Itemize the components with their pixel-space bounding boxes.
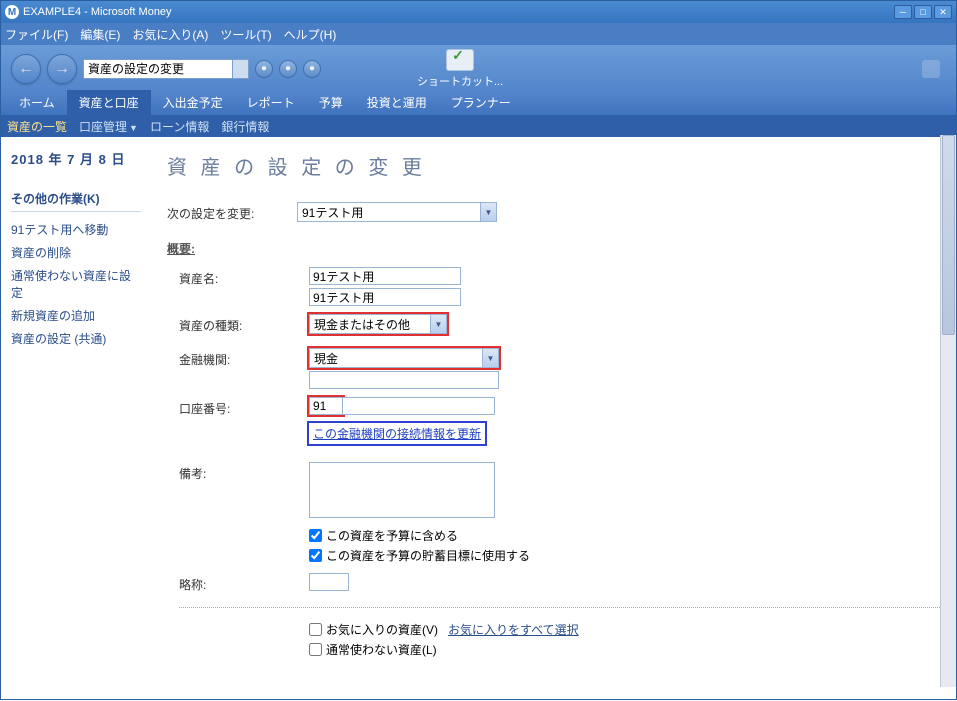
checkbox-savings-target-label: この資産を予算の貯蓄目標に使用する (326, 547, 530, 564)
input-account-no-prefix[interactable] (309, 397, 343, 415)
shortcut-label: ショートカット... (417, 73, 503, 89)
tool-button-3[interactable]: ● (303, 60, 321, 78)
page-title: 資 産 の 設 定 の 変 更 (167, 151, 940, 180)
sidebar-item-new[interactable]: 新規資産の追加 (11, 304, 141, 327)
tab-budget[interactable]: 予算 (307, 90, 355, 115)
sidebar-item-common[interactable]: 資産の設定 (共通) (11, 327, 141, 350)
select-institution[interactable]: 現金 ▼ (309, 348, 499, 368)
input-asset-name-2[interactable] (309, 288, 461, 306)
checkbox-unused[interactable] (309, 643, 322, 656)
subtab-asset-list[interactable]: 資産の一覧 (7, 118, 67, 135)
close-button[interactable]: ✕ (934, 5, 952, 19)
label-asset-type: 資産の種類: (179, 314, 309, 334)
menu-tools[interactable]: ツール(T) (220, 26, 271, 43)
menu-file[interactable]: ファイル(F) (5, 26, 68, 43)
select-asset-type-value: 現金またはその他 (310, 316, 430, 333)
sidebar-item-goto[interactable]: 91テスト用へ移動 (11, 218, 141, 241)
tab-assets[interactable]: 資産と口座 (67, 90, 151, 115)
chevron-down-icon: ▼ (482, 349, 498, 367)
tool-button-2[interactable]: ● (279, 60, 297, 78)
sidebar-header: その他の作業(K) (11, 190, 141, 212)
address-text: 資産の設定の変更 (88, 60, 184, 77)
checkbox-include-budget[interactable] (309, 529, 322, 542)
chevron-down-icon: ▼ (480, 203, 496, 221)
label-institution: 金融機関: (179, 348, 309, 368)
subtab-account-mgmt[interactable]: 口座管理▼ (79, 118, 138, 135)
menu-help[interactable]: ヘルプ(H) (284, 26, 337, 43)
subtab-loan-info[interactable]: ローン情報 (150, 118, 209, 135)
nav-back-button[interactable]: ← (11, 54, 41, 84)
label-asset-name: 資産名: (179, 267, 309, 287)
checkbox-unused-label: 通常使わない資産(L) (326, 641, 437, 658)
tab-planner[interactable]: プランナー (439, 90, 523, 115)
address-dropdown-button[interactable] (233, 59, 249, 79)
divider (179, 607, 940, 608)
tab-invest[interactable]: 投資と運用 (355, 90, 439, 115)
address-box[interactable]: 資産の設定の変更 (83, 59, 233, 79)
label-notes: 備考: (179, 462, 309, 482)
input-abbrev[interactable] (309, 573, 349, 591)
scrollbar-thumb[interactable] (942, 135, 955, 335)
scrollbar[interactable] (940, 135, 956, 687)
link-select-all-favorites[interactable]: お気に入りをすべて選択 (448, 621, 579, 638)
menu-edit[interactable]: 編集(E) (80, 26, 120, 43)
input-institution-extra[interactable] (309, 371, 499, 389)
label-abbrev: 略称: (179, 573, 309, 593)
minimize-button[interactable]: ─ (894, 5, 912, 19)
sidebar-item-unused[interactable]: 通常使わない資産に設定 (11, 264, 141, 304)
nav-forward-button[interactable]: → (47, 54, 77, 84)
tool-button-1[interactable]: ● (255, 60, 273, 78)
subtab-bank-info[interactable]: 銀行情報 (221, 118, 269, 135)
textarea-notes[interactable] (309, 462, 495, 518)
section-overview: 概要: (167, 240, 940, 257)
chevron-down-icon: ▼ (430, 315, 446, 333)
select-target[interactable]: 91テスト用 ▼ (297, 202, 497, 222)
checkbox-favorite[interactable] (309, 623, 322, 636)
checkbox-include-budget-label: この資産を予算に含める (326, 527, 458, 544)
tab-reports[interactable]: レポート (235, 90, 307, 115)
input-asset-name-1[interactable] (309, 267, 461, 285)
link-update-connection[interactable]: この金融機関の接続情報を更新 (309, 423, 485, 444)
app-icon: M (5, 5, 19, 19)
maximize-button[interactable]: □ (914, 5, 932, 19)
select-institution-value: 現金 (310, 350, 482, 367)
chevron-down-icon: ▼ (129, 123, 138, 133)
input-account-no[interactable] (343, 397, 495, 415)
checkbox-include-budget-row[interactable]: この資産を予算に含める (309, 527, 530, 544)
window-title: EXAMPLE4 - Microsoft Money (23, 6, 894, 18)
checkbox-savings-target-row[interactable]: この資産を予算の貯蓄目標に使用する (309, 547, 530, 564)
sidebar-item-delete[interactable]: 資産の削除 (11, 241, 141, 264)
toolbar-right-icon[interactable] (922, 60, 940, 78)
checkbox-favorite-label: お気に入りの資産(V) (326, 621, 438, 638)
shortcut-icon[interactable] (446, 49, 474, 71)
label-account-no: 口座番号: (179, 397, 309, 417)
tab-deposits[interactable]: 入出金予定 (151, 90, 235, 115)
label-change-target: 次の設定を変更: (167, 202, 297, 222)
checkbox-unused-row[interactable]: 通常使わない資産(L) (309, 641, 579, 658)
select-target-value: 91テスト用 (298, 204, 480, 221)
menu-favorites[interactable]: お気に入り(A) (132, 26, 208, 43)
sidebar-date: 2018 年 7 月 8 日 (11, 149, 141, 168)
tab-home[interactable]: ホーム (7, 90, 67, 115)
checkbox-savings-target[interactable] (309, 549, 322, 562)
checkbox-favorite-row[interactable]: お気に入りの資産(V) お気に入りをすべて選択 (309, 621, 579, 638)
select-asset-type[interactable]: 現金またはその他 ▼ (309, 314, 447, 334)
